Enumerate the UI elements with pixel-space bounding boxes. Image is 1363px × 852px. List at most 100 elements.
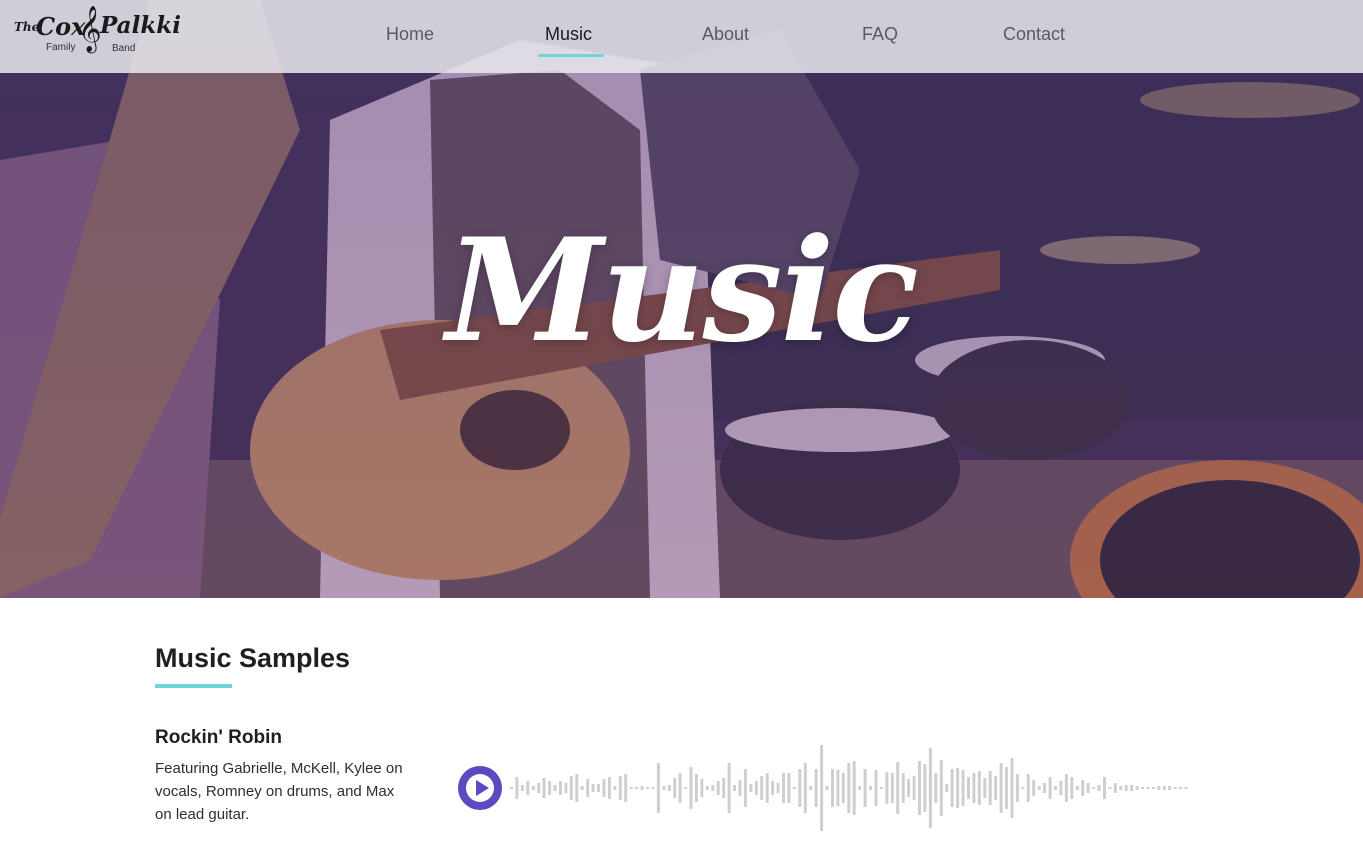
- waveform-bar: [809, 786, 813, 790]
- waveform-bar: [738, 780, 742, 796]
- waveform-bar: [754, 781, 758, 795]
- section-title: Music Samples: [155, 643, 351, 673]
- waveform-bar: [727, 763, 731, 813]
- waveform-bar: [961, 770, 965, 806]
- waveform-bar: [988, 771, 992, 805]
- waveform-bar: [1157, 786, 1161, 790]
- treble-clef-icon: 𝄞: [78, 6, 102, 52]
- waveform-bar: [1168, 786, 1172, 790]
- waveform-bar: [760, 776, 764, 800]
- waveform-bar: [1054, 786, 1057, 790]
- waveform-bar: [1021, 787, 1025, 789]
- waveform-bar: [569, 776, 573, 800]
- navbar: The Cox 𝄞 Palkki Family Band Home Music …: [0, 0, 1363, 73]
- waveform-bar: [700, 779, 704, 797]
- waveform-bar: [869, 786, 872, 790]
- waveform-bar: [1103, 777, 1106, 799]
- waveform-bar: [956, 768, 960, 808]
- waveform-bar: [526, 781, 530, 795]
- waveform-bar: [1005, 767, 1008, 809]
- waveform-bar: [591, 784, 595, 792]
- waveform-bar: [705, 786, 709, 790]
- logo-band: Band: [112, 43, 136, 54]
- waveform-bar: [548, 781, 552, 795]
- waveform-bar: [983, 778, 987, 798]
- nav-item-faq[interactable]: FAQ: [862, 24, 898, 45]
- waveform-bar: [510, 787, 513, 789]
- waveform-bar: [1108, 787, 1112, 789]
- waveform-bar: [1141, 787, 1144, 789]
- hero-banner: Music: [0, 0, 1363, 598]
- waveform-bar: [814, 769, 818, 807]
- waveform-bar: [776, 783, 780, 793]
- waveform-bar: [1146, 787, 1150, 789]
- waveform-bar: [907, 779, 911, 797]
- waveform-bar: [852, 761, 856, 815]
- waveform-bar: [618, 776, 622, 800]
- waveform-bar: [890, 773, 894, 803]
- waveform-bar: [1135, 786, 1139, 790]
- waveform-bar: [923, 764, 927, 812]
- waveform-bar: [836, 770, 840, 806]
- waveform-bar: [896, 762, 900, 814]
- waveform-bar: [803, 763, 807, 813]
- waveform-bar: [559, 781, 562, 795]
- waveform-bar: [1119, 786, 1123, 790]
- waveform-bar: [662, 786, 666, 790]
- waveform-bar: [635, 787, 639, 789]
- waveform-bar: [977, 771, 981, 805]
- waveform-bar: [553, 785, 557, 791]
- waveform-bar: [939, 760, 943, 816]
- waveform-bar: [1124, 785, 1128, 791]
- waveform-bar: [575, 774, 579, 802]
- waveform-bar: [934, 773, 938, 803]
- waveform-bar: [646, 787, 649, 789]
- waveform-bar: [640, 786, 644, 790]
- waveform-bar: [743, 769, 747, 807]
- waveform-bar: [999, 763, 1003, 813]
- hero-title: Music: [446, 208, 919, 374]
- waveform-bar: [1048, 777, 1052, 799]
- waveform-bar: [651, 787, 655, 789]
- nav-item-home[interactable]: Home: [386, 24, 434, 45]
- waveform-bar: [542, 778, 546, 798]
- track-description: Featuring Gabrielle, McKell, Kylee on vo…: [155, 760, 403, 823]
- track-title: Rockin' Robin: [155, 727, 282, 748]
- waveform-bar: [792, 787, 796, 789]
- play-button[interactable]: [458, 766, 502, 810]
- nav-item-music[interactable]: Music: [545, 24, 592, 45]
- waveform-bar: [564, 783, 568, 793]
- waveform-bar: [858, 786, 862, 790]
- play-icon: [466, 774, 494, 802]
- waveform-bar: [711, 785, 715, 791]
- band-logo[interactable]: The Cox 𝄞 Palkki Family Band: [14, 6, 181, 62]
- nav-item-about[interactable]: About: [702, 24, 749, 45]
- waveform-bar: [678, 773, 682, 803]
- audio-waveform[interactable]: [510, 740, 1190, 836]
- waveform-bar: [820, 745, 824, 831]
- waveform-bar: [928, 748, 932, 828]
- waveform-bar: [879, 787, 883, 789]
- waveform-bar: [1059, 781, 1063, 795]
- waveform-bar: [831, 769, 834, 807]
- waveform-bar: [771, 781, 775, 795]
- waveform-bar: [1037, 786, 1041, 790]
- waveform-bar: [1043, 783, 1047, 793]
- waveform-bar: [1075, 786, 1079, 790]
- waveform-bar: [1173, 787, 1177, 789]
- waveform-bar: [1151, 787, 1155, 789]
- waveform-bar: [1097, 785, 1101, 791]
- waveform-bar: [782, 773, 785, 803]
- waveform-bar: [863, 769, 867, 807]
- waveform-bar: [667, 785, 671, 791]
- waveform-bar: [874, 770, 878, 806]
- nav-item-contact[interactable]: Contact: [1003, 24, 1065, 45]
- waveform-bar: [765, 773, 769, 803]
- waveform-bar: [1015, 774, 1019, 802]
- section-title-underline: [155, 684, 232, 688]
- waveform-bar: [586, 779, 590, 797]
- waveform-bar: [1113, 783, 1117, 793]
- waveform-bar: [580, 786, 584, 790]
- waveform-bar: [945, 784, 949, 792]
- waveform-bar: [537, 783, 541, 793]
